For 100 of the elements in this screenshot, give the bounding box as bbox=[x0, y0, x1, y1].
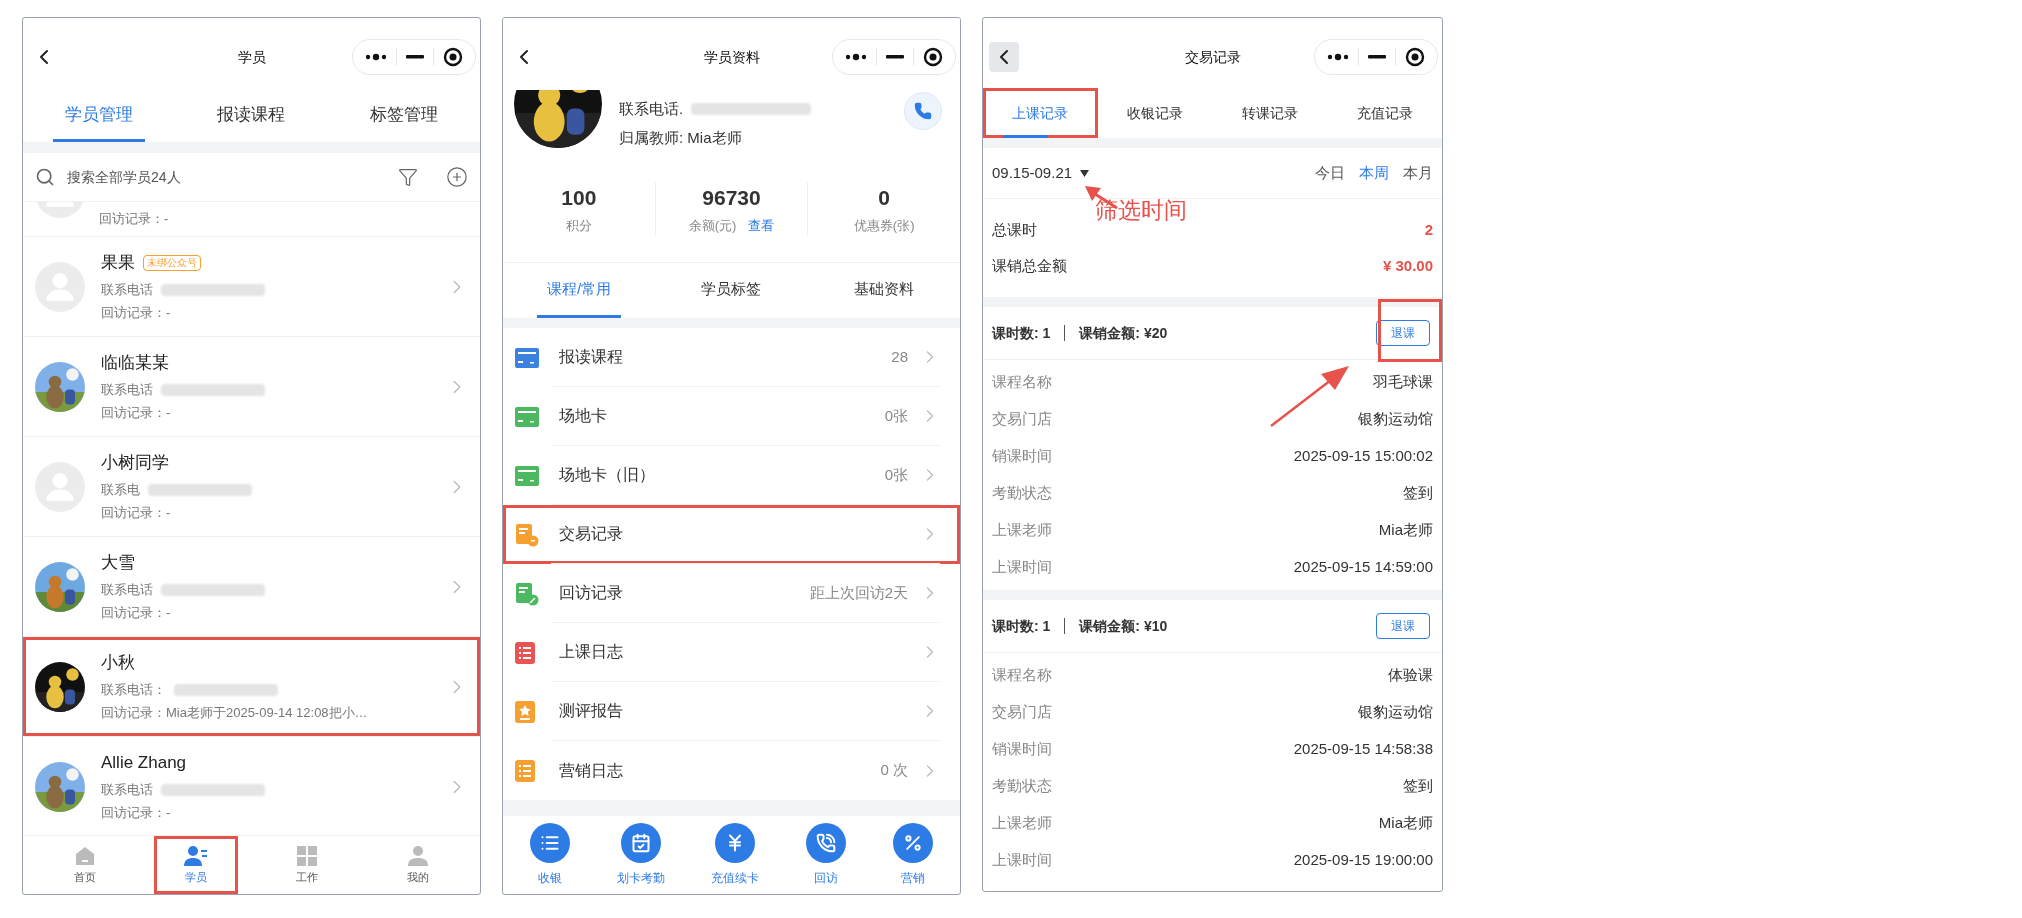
phone-icon bbox=[914, 102, 932, 120]
field-value: 签到 bbox=[1403, 483, 1433, 504]
capsule-menu[interactable] bbox=[352, 39, 476, 75]
tab[interactable]: 上课记录 bbox=[983, 88, 1098, 138]
action-button[interactable]: 划卡考勤 bbox=[616, 823, 665, 887]
add-icon[interactable] bbox=[446, 166, 468, 188]
tab-bar-item[interactable]: 我的 bbox=[376, 836, 460, 894]
action-button[interactable]: 回访 bbox=[806, 823, 847, 887]
stat-value: 96730 bbox=[702, 185, 761, 211]
menu-item[interactable]: 回访记录 距上次回访2天 bbox=[503, 564, 960, 623]
close-icon bbox=[443, 47, 463, 67]
action-button[interactable]: 营销 bbox=[892, 823, 933, 887]
filter-icon[interactable] bbox=[398, 167, 418, 187]
student-row[interactable]: 果果 未绑公众号 联系电话 回访记录：- bbox=[23, 237, 480, 337]
grid-icon bbox=[296, 844, 319, 867]
phone-icon bbox=[806, 823, 847, 863]
field-value: 银豹运动馆 bbox=[1358, 702, 1433, 723]
field-label: 上课老师 bbox=[992, 520, 1052, 541]
tab[interactable]: 标签管理 bbox=[357, 90, 450, 142]
tab-bar-item[interactable]: 学员 bbox=[154, 836, 238, 894]
phone-label: 联系电话 bbox=[101, 580, 153, 599]
student-name: 果果 bbox=[101, 252, 135, 275]
student-name: 小树同学 bbox=[101, 452, 169, 475]
tab[interactable]: 充值记录 bbox=[1327, 88, 1442, 138]
visit-record: 回访记录：- bbox=[99, 210, 169, 229]
refund-button[interactable]: 退课 bbox=[1376, 320, 1430, 346]
field-value: 2025-09-15 15:00:02 bbox=[1293, 446, 1433, 467]
highlight-frame bbox=[1378, 299, 1442, 362]
field-value: 体验课 bbox=[1388, 665, 1433, 686]
user-icon bbox=[407, 844, 430, 867]
date-range-dropdown[interactable]: 09.15-09.21 bbox=[992, 161, 1090, 185]
tab[interactable]: 基础资料 bbox=[841, 263, 926, 318]
tab[interactable]: 转课记录 bbox=[1212, 88, 1328, 138]
more-icon bbox=[365, 53, 387, 61]
menu-item[interactable]: 场地卡 0张 bbox=[503, 387, 960, 446]
field-value: 2025-09-15 14:59:00 bbox=[1293, 557, 1433, 578]
stat-value: 0 bbox=[878, 185, 890, 211]
field-value: 银豹运动馆 bbox=[1358, 409, 1433, 430]
period-tab[interactable]: 本月 bbox=[1403, 161, 1433, 185]
summary-label: 课销总金额 bbox=[992, 256, 1067, 276]
lesson-count: 课时数: 1 bbox=[992, 323, 1051, 343]
menu-item[interactable]: 场地卡（旧） 0张 bbox=[503, 446, 960, 505]
action-button[interactable]: 收银 bbox=[530, 823, 571, 887]
stat-value: 100 bbox=[561, 185, 597, 211]
menu-item[interactable]: 报读课程 28 bbox=[503, 328, 960, 387]
field-value: Mia老师 bbox=[1378, 813, 1433, 834]
menu-item[interactable]: 测评报告 bbox=[503, 682, 960, 741]
search-icon bbox=[35, 167, 55, 187]
tab[interactable]: 报读课程 bbox=[205, 90, 298, 142]
student-row[interactable]: 大雪 联系电话 回访记录：- bbox=[23, 537, 480, 637]
close-icon bbox=[1405, 47, 1425, 67]
period-tab[interactable]: 今日 bbox=[1315, 161, 1345, 185]
visit-record: 回访记录：- bbox=[101, 504, 172, 523]
tab[interactable]: 学员标签 bbox=[689, 263, 774, 318]
minimize-icon bbox=[406, 55, 424, 59]
yen-icon bbox=[715, 823, 756, 863]
menu-label: 上课日志 bbox=[559, 642, 624, 662]
list-icon bbox=[530, 823, 571, 863]
menu-label: 营销日志 bbox=[559, 760, 624, 781]
lesson-amount: 课销金额: ¥20 bbox=[1079, 323, 1169, 343]
student-row[interactable]: Allie Zhang 联系电话 回访记录：- bbox=[23, 737, 480, 835]
caret-icon bbox=[1080, 169, 1090, 177]
lesson-amount: 课销金额: ¥10 bbox=[1079, 616, 1169, 636]
visit-record: 回访记录：- bbox=[101, 304, 172, 323]
view-link[interactable]: 查看 bbox=[748, 215, 775, 235]
menu-item[interactable]: 交易记录 bbox=[503, 505, 960, 564]
student-row[interactable]: 临临某某 联系电话 回访记录：- bbox=[23, 337, 480, 437]
more-icon bbox=[845, 53, 867, 61]
summary-value: 2 bbox=[1424, 219, 1433, 240]
capsule-menu[interactable] bbox=[1314, 39, 1438, 75]
student-row[interactable]: 小秋 联系电话： 回访记录：Mia老师于2025-09-14 12:08把小… bbox=[23, 637, 480, 737]
capsule-menu[interactable] bbox=[832, 39, 956, 75]
home-icon bbox=[73, 844, 96, 867]
back-button[interactable] bbox=[989, 42, 1019, 72]
tab[interactable]: 收银记录 bbox=[1097, 88, 1213, 138]
search-field[interactable]: 搜索全部学员24人 bbox=[67, 166, 386, 188]
student-name: 临临某某 bbox=[101, 352, 169, 375]
student-name: Allie Zhang bbox=[101, 752, 187, 775]
call-button[interactable] bbox=[904, 92, 942, 130]
field-label: 课程名称 bbox=[992, 372, 1052, 393]
menu-item[interactable]: 营销日志 0 次 bbox=[503, 741, 960, 800]
tab-bar-item[interactable]: 工作 bbox=[265, 836, 349, 894]
minimize-icon bbox=[1368, 55, 1386, 59]
refund-button[interactable]: 退课 bbox=[1376, 613, 1430, 639]
stat-label: 积分 bbox=[565, 216, 592, 235]
visit-record: 回访记录：Mia老师于2025-09-14 12:08把小… bbox=[101, 704, 369, 723]
student-row[interactable]: 小树同学 联系电 回访记录：- bbox=[23, 437, 480, 537]
phone-label: 联系电话 bbox=[101, 380, 153, 399]
tab-bar-item[interactable]: 首页 bbox=[43, 836, 127, 894]
menu-item[interactable]: 上课日志 bbox=[503, 623, 960, 682]
field-label: 考勤状态 bbox=[992, 776, 1052, 797]
menu-value: 0张 bbox=[884, 405, 908, 426]
action-button[interactable]: 充值续卡 bbox=[711, 823, 760, 887]
period-tab[interactable]: 本周 bbox=[1359, 161, 1389, 185]
field-value: 2025-09-15 14:58:38 bbox=[1293, 739, 1433, 760]
visit-record: 回访记录：- bbox=[101, 604, 172, 623]
menu-label: 交易记录 bbox=[559, 524, 624, 544]
menu-value: 28 bbox=[891, 346, 908, 367]
field-label: 考勤状态 bbox=[992, 483, 1052, 504]
field-value: Mia老师 bbox=[1378, 520, 1433, 541]
